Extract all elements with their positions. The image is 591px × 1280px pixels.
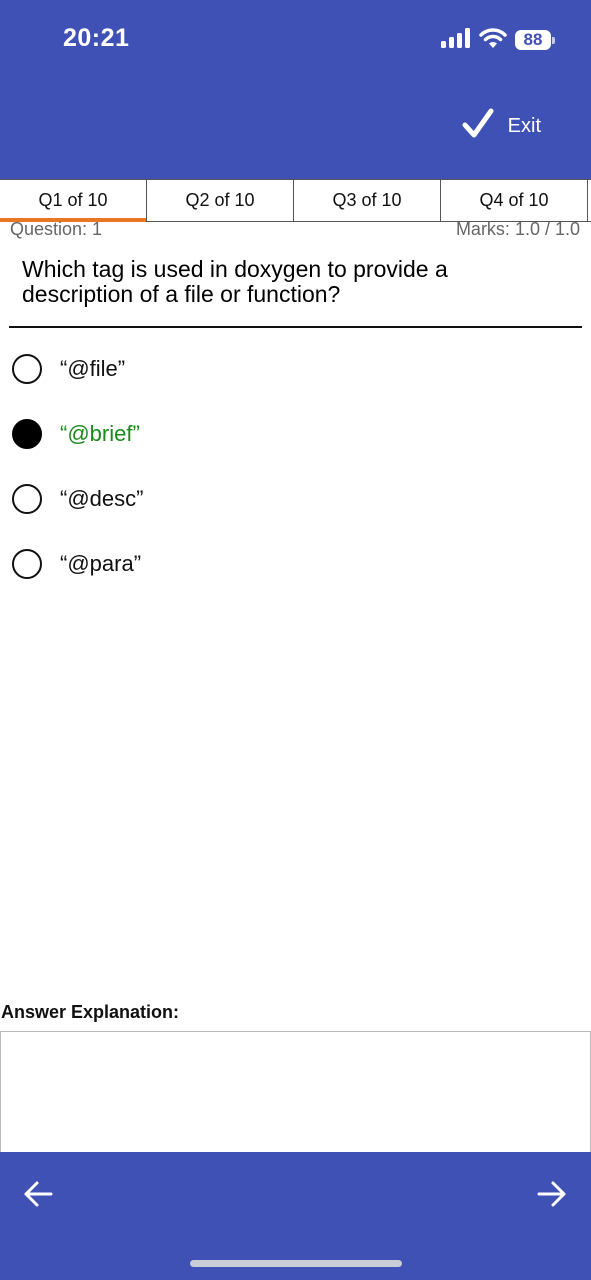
question-text: Which tag is used in doxygen to provide … <box>22 256 448 307</box>
explanation-box <box>0 1031 591 1153</box>
option-2[interactable]: “@brief” <box>12 417 140 451</box>
prev-button[interactable] <box>18 1176 58 1216</box>
option-1[interactable]: “@file” <box>12 352 125 386</box>
option-label: “@desc” <box>60 486 144 511</box>
tab-q3[interactable]: Q3 of 10 <box>294 180 441 221</box>
app-header: 20:21 88 Exit <box>0 0 591 179</box>
question-divider <box>9 326 582 328</box>
radio-button[interactable] <box>12 354 42 384</box>
home-indicator[interactable] <box>190 1260 402 1267</box>
radio-button[interactable] <box>12 549 42 579</box>
next-button[interactable] <box>532 1176 572 1216</box>
wifi-icon <box>479 27 507 54</box>
exit-label: Exit <box>507 115 541 137</box>
status-icons: 88 <box>441 26 555 54</box>
explanation-title: Answer Explanation: <box>1 1002 180 1022</box>
option-3[interactable]: “@desc” <box>12 482 143 516</box>
question-tabs: Q1 of 10 Q2 of 10 Q3 of 10 Q4 of 10 <box>0 179 591 222</box>
arrow-left-icon <box>23 1180 53 1213</box>
option-label-correct: “@brief” <box>60 421 140 446</box>
question-marks: Marks: 1.0 / 1.0 <box>455 219 580 239</box>
tab-q4[interactable]: Q4 of 10 <box>441 180 588 221</box>
signal-icon <box>441 27 471 53</box>
arrow-right-icon <box>537 1180 567 1213</box>
radio-button[interactable] <box>12 484 42 514</box>
radio-button-selected[interactable] <box>12 419 42 449</box>
tab-q1[interactable]: Q1 of 10 <box>0 180 147 222</box>
option-label: “@file” <box>60 356 126 381</box>
option-4[interactable]: “@para” <box>12 547 141 581</box>
checkmark-icon <box>462 108 494 145</box>
status-time: 20:21 <box>63 24 130 52</box>
option-label: “@para” <box>60 551 142 576</box>
question-number: Question: 1 <box>10 219 103 239</box>
tab-q2[interactable]: Q2 of 10 <box>147 180 294 221</box>
battery-indicator: 88 <box>515 30 555 50</box>
exit-button[interactable]: Exit <box>462 108 541 145</box>
